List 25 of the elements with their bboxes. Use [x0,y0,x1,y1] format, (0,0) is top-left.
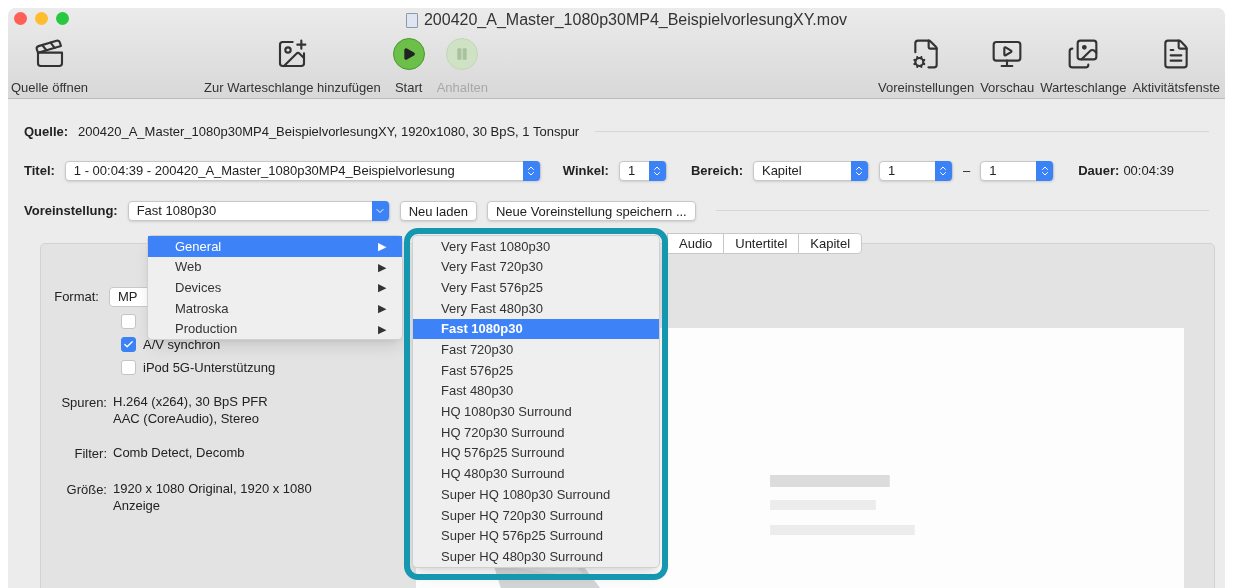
summary-value: H.264 (x264), 30 BpS PFR [113,392,269,410]
range-label: Bereich: [690,161,743,180]
submenu-arrow: ▶ [378,301,386,317]
summary-label: Größe: [65,481,108,499]
submenu-arrow: ▶ [378,239,386,255]
duration-label: Dauer: [1078,161,1120,180]
duration-value: 00:04:39 [1123,161,1174,180]
summary-value: Comb Detect, Decomb [113,443,246,461]
summary-value: 1920 x 1080 Original, 1920 x 1080 Anzeige [113,480,313,514]
summary-label: Spuren: [60,393,108,412]
submenu-arrow: ▶ [378,259,386,275]
preset-label: Voreinstellung: [24,201,118,220]
angle-label: Winkel: [562,161,609,180]
format-label: Format: [53,287,100,306]
summary-label: Filter: [73,444,108,463]
range-separator: – [962,161,971,180]
summary-value: AAC (CoreAudio), Stereo [113,409,260,427]
submenu-arrow: ▶ [378,280,386,296]
source-info: 200420_A_Master_1080p30MP4_BeispielvorlesungXY, 1920x1080, 30 BpS, 1 Tonspur [78,122,580,141]
window-title: 200420_A_Master_1080p30MP4_BeispielvorlesungXY.mov [423,10,848,30]
checkbox-label: iPod 5G-Unterstützung [143,358,276,377]
source-label: Quelle: [24,122,69,141]
title-label: Titel: [24,161,55,180]
checkbox-label: A/V synchron [143,335,221,354]
submenu-arrow: ▶ [378,321,386,337]
